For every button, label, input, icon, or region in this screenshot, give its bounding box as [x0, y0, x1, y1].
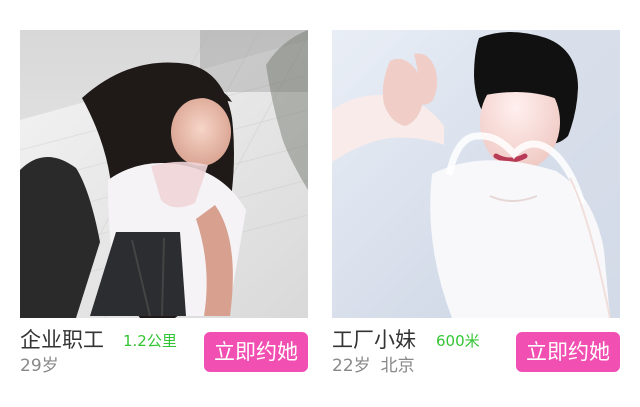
profile-title: 企业职工 — [20, 328, 104, 352]
city-label: 北京 — [380, 356, 415, 376]
age-label: 22岁 — [332, 356, 371, 376]
profile-card-factory-girl[interactable]: 工厂小妹 600米 22岁 北京 立即约她 — [332, 30, 620, 378]
profile-meta: 29岁 — [20, 356, 59, 376]
date-now-button[interactable]: 立即约她 — [204, 332, 308, 372]
profile-grid: 企业职工 1.2公里 29岁 立即约她 工厂小妹 600米 22岁 北京 立即约… — [0, 0, 640, 407]
distance-label: 1.2公里 — [123, 332, 177, 350]
profile-photo[interactable] — [332, 30, 620, 318]
age-label: 29岁 — [20, 356, 59, 376]
profile-info: 工厂小妹 600米 22岁 北京 立即约她 — [332, 327, 620, 377]
profile-meta: 22岁 北京 — [332, 356, 415, 376]
profile-title: 工厂小妹 — [332, 328, 416, 352]
date-now-button[interactable]: 立即约她 — [516, 332, 620, 372]
profile-info: 企业职工 1.2公里 29岁 立即约她 — [20, 327, 308, 377]
profile-card-enterprise-worker[interactable]: 企业职工 1.2公里 29岁 立即约她 — [20, 30, 308, 378]
distance-label: 600米 — [436, 332, 480, 350]
profile-photo-illustration — [20, 30, 308, 318]
profile-photo-illustration — [332, 30, 620, 318]
profile-photo[interactable] — [20, 30, 308, 318]
